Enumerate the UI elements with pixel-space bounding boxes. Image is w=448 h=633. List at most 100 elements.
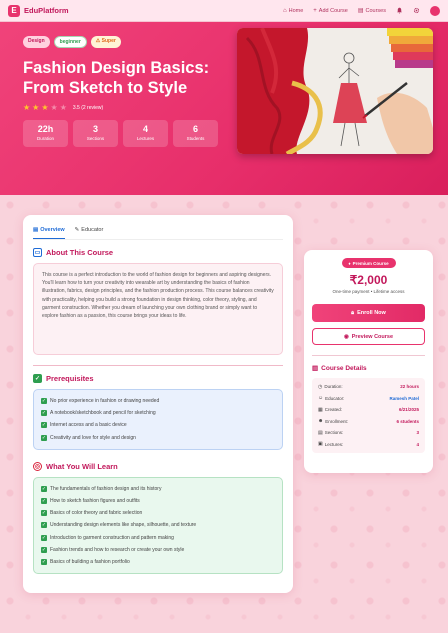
detail-value: 3	[416, 430, 419, 436]
detail-label: ☺ Educator:	[318, 395, 344, 401]
home-icon: ⌂	[282, 7, 287, 14]
educator-link[interactable]: Ramesh Patel	[389, 396, 419, 401]
students-icon: ☻	[318, 418, 324, 425]
check-square-icon: ✓	[33, 374, 42, 383]
diamond-icon: ♦	[348, 260, 351, 266]
list-item-text: Basics of color theory and fabric select…	[50, 510, 143, 517]
target-icon: ◎	[33, 461, 42, 471]
stat-label: Sections	[86, 136, 105, 141]
star-icon: ★	[41, 103, 49, 112]
course-content-card: ▤ Overview ✎ Educator ▭ About This Cours…	[23, 215, 293, 593]
prerequisites-heading-text: Prerequisites	[46, 374, 94, 383]
nav-link-add-course[interactable]: + Add Course	[313, 8, 348, 14]
learn-list: ✓ The fundamentals of fashion design and …	[33, 476, 283, 575]
about-description: This course is a perfect introduction to…	[33, 263, 283, 355]
content-tabs: ▤ Overview ✎ Educator	[33, 225, 283, 240]
detail-row-enrollment: ☻ Enrollment: 6 students	[318, 416, 419, 428]
detail-row-educator: ☺ Educator: Ramesh Patel	[318, 393, 419, 405]
detail-value: 22 hours	[400, 384, 419, 390]
course-tags: Design beginner ⚠ Super	[23, 36, 121, 48]
lectures-icon: ▣	[318, 441, 323, 448]
brand-logo-icon: E	[8, 4, 20, 17]
brand[interactable]: E EduPlatform	[8, 4, 69, 17]
detail-row-created: ▦ Created: 6/21/2025	[318, 404, 419, 416]
list-item: ✓ How to sketch fashion figures and outfi…	[41, 495, 275, 507]
premium-badge: ♦ Premium Course	[341, 258, 396, 268]
course-details-list: ◷ Duration: 22 hours ☺ Educator: Ramesh Pa…	[312, 378, 425, 453]
divider	[33, 365, 283, 366]
list-item: ✓ Introduction to garment construction an…	[41, 532, 275, 544]
list-item-text: Fashion trends and how to research or cr…	[50, 546, 185, 553]
check-icon: ✓	[41, 434, 47, 441]
list-item: ✓ Fashion trends and how to research or c…	[41, 544, 275, 556]
enroll-button-label: Enroll Now	[357, 310, 386, 316]
course-rating: ★ ★ ★ ★ ★ 3.5 (2 review)	[23, 103, 103, 112]
stat-lectures: 4 Lectures	[123, 120, 168, 147]
learn-heading: ◎ What You Will Learn	[33, 461, 283, 471]
detail-label: ▤ Sections:	[318, 430, 343, 436]
check-icon: ✓	[41, 558, 47, 565]
detail-value: 6/21/2025	[398, 407, 419, 413]
detail-label-text: Lectures:	[324, 441, 344, 447]
stat-value: 3	[92, 124, 98, 134]
list-item: ✓ The fundamentals of fashion design and …	[41, 483, 275, 495]
nav-links: ⌂ Home + Add Course ▤ Courses	[283, 5, 440, 16]
tag-level: beginner	[53, 36, 87, 48]
tab-overview[interactable]: ▤ Overview	[33, 225, 65, 239]
detail-label: ☻ Enrollment:	[318, 418, 348, 424]
course-price: ₹2,000	[349, 273, 388, 287]
tag-super: ⚠ Super	[90, 36, 121, 48]
list-item-text: Creativity and love for style and design	[50, 434, 136, 441]
list-item-text: Internet access and a basic device	[50, 422, 127, 429]
preview-course-button[interactable]: ◉ Preview Course	[312, 328, 425, 345]
stat-value: 6	[192, 124, 198, 134]
stat-value: 22h	[37, 124, 54, 134]
nav-link-add-course-label: Add Course	[318, 7, 348, 14]
lock-icon: 🔒︎	[351, 309, 355, 316]
tag-super-label: Super	[101, 38, 116, 44]
enroll-button[interactable]: 🔒︎ Enroll Now	[312, 304, 425, 322]
course-title: Fashion Design Basics: From Sketch to St…	[23, 59, 210, 97]
book-open-icon: ▭	[33, 248, 42, 257]
bell-icon[interactable]	[396, 7, 403, 14]
star-icon: ★	[23, 103, 31, 112]
brand-name: EduPlatform	[24, 6, 69, 15]
star-icon: ★	[32, 103, 40, 112]
learn-heading-text: What You Will Learn	[46, 461, 118, 471]
stat-value: 4	[142, 124, 148, 134]
avatar[interactable]	[430, 5, 440, 16]
stat-duration: 22h Duration	[23, 120, 68, 147]
user-icon: ☺	[318, 395, 324, 402]
course-stats: 22h Duration 3 Sections 4 Lectures 6 Stu…	[23, 120, 218, 147]
tag-category: Design	[23, 36, 50, 48]
document-icon: ▤	[33, 227, 39, 233]
stat-sections: 3 Sections	[73, 120, 118, 147]
check-icon: ✓	[41, 398, 47, 405]
list-item-text: Understanding design elements like shape…	[50, 522, 197, 529]
star-empty-icon: ★	[59, 103, 67, 112]
tab-educator-label: Educator	[81, 227, 104, 233]
nav-link-home[interactable]: ⌂ Home	[283, 8, 303, 14]
check-icon: ✓	[41, 522, 47, 529]
detail-label-text: Educator:	[325, 395, 345, 401]
tab-educator[interactable]: ✎ Educator	[75, 225, 104, 239]
eye-icon: ◉	[343, 333, 349, 340]
detail-label-text: Sections:	[324, 430, 344, 436]
detail-label: ◷ Duration:	[318, 384, 343, 390]
list-item-text: A notebook/sketchbook and pencil for ske…	[50, 410, 156, 417]
check-icon: ✓	[41, 422, 47, 429]
nav-link-courses[interactable]: ▤ Courses	[357, 7, 386, 15]
premium-badge-label: Premium Course	[352, 260, 389, 266]
detail-row-sections: ▤ Sections: 3	[318, 427, 419, 439]
enroll-sidebar-card: ♦ Premium Course ₹2,000 One-time payment…	[304, 250, 433, 473]
calendar-icon: ▦	[318, 406, 323, 413]
clock-icon: ◷	[318, 383, 323, 390]
stat-label: Students	[186, 136, 205, 141]
book-icon: ▤	[357, 8, 364, 14]
price-subtext: One-time payment • Lifetime access	[332, 289, 405, 294]
preview-button-label: Preview Course	[351, 333, 394, 340]
gear-icon[interactable]	[413, 7, 420, 14]
detail-label-text: Created:	[324, 407, 342, 413]
about-heading-text: About This Course	[46, 248, 114, 257]
list-item: ✓ Basics of building a fashion portfolio	[41, 556, 275, 568]
